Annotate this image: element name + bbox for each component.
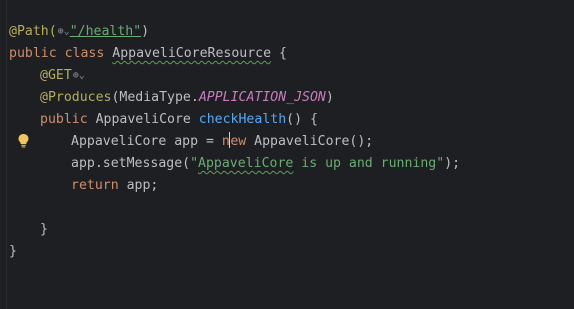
- class-name[interactable]: AppaveliCoreResource: [112, 46, 271, 61]
- class-close-brace: }: [9, 244, 17, 259]
- media-type-constant[interactable]: APPLICATION_JSON: [199, 90, 326, 105]
- gutter-divider: [0, 0, 7, 309]
- produces-annotation: @Produces: [40, 90, 112, 105]
- class-open-brace: {: [271, 46, 287, 61]
- get-annotation: @GET: [40, 68, 72, 83]
- string-open-quote: ": [190, 156, 199, 171]
- return-value: app;: [118, 178, 159, 193]
- lightbulb-icon[interactable]: [17, 133, 30, 148]
- path-annotation: @Path(: [9, 24, 57, 39]
- code-line-method-close[interactable]: }: [40, 219, 48, 241]
- method-signature-rest: () {: [286, 112, 318, 127]
- string-typo-word[interactable]: AppaveliCore: [198, 156, 293, 171]
- code-line-produces-annotation[interactable]: @Produces(MediaType.APPLICATION_JSON): [40, 87, 334, 109]
- set-message-call: app.setMessage(: [71, 156, 191, 171]
- method-close-brace: }: [40, 222, 48, 237]
- code-line-set-message[interactable]: app.setMessage("AppaveliCore is up and r…: [71, 153, 460, 175]
- code-line-class-declaration[interactable]: public class AppaveliCoreResource {: [9, 43, 287, 65]
- return-type: AppaveliCore: [87, 112, 199, 127]
- code-line-path-annotation[interactable]: @Path(⊕⌄"/health"): [9, 21, 149, 43]
- path-string[interactable]: "/health": [70, 24, 141, 39]
- globe-icon[interactable]: ⊕⌄: [58, 21, 70, 43]
- produces-arg-prefix: (MediaType.: [111, 90, 199, 105]
- set-message-close: );: [444, 156, 461, 171]
- method-name[interactable]: checkHealth: [199, 112, 286, 127]
- constructor-call: AppaveliCore();: [246, 134, 374, 149]
- keyword-return: return: [71, 178, 119, 193]
- code-line-class-close[interactable]: }: [9, 241, 17, 263]
- keyword-public: public: [9, 46, 57, 61]
- code-line-method-declaration[interactable]: public AppaveliCore checkHealth() {: [40, 109, 318, 131]
- path-close-paren: ): [141, 24, 150, 39]
- code-line-instantiation[interactable]: AppaveliCore app = new AppaveliCore();: [71, 131, 373, 153]
- keyword-public: public: [40, 112, 88, 127]
- keyword-new-end: ew: [230, 134, 247, 149]
- instantiation-prefix: AppaveliCore app =: [71, 134, 222, 149]
- produces-close-paren: ): [325, 90, 334, 105]
- string-rest: is up and running": [293, 156, 445, 171]
- code-editor[interactable]: @Path(⊕⌄"/health") public class Appaveli…: [0, 0, 574, 309]
- code-line-return[interactable]: return app;: [71, 175, 158, 197]
- globe-icon[interactable]: ⊕⌄: [73, 65, 85, 87]
- keyword-class: class: [64, 46, 105, 61]
- code-line-get-annotation[interactable]: @GET⊕⌄: [40, 65, 85, 87]
